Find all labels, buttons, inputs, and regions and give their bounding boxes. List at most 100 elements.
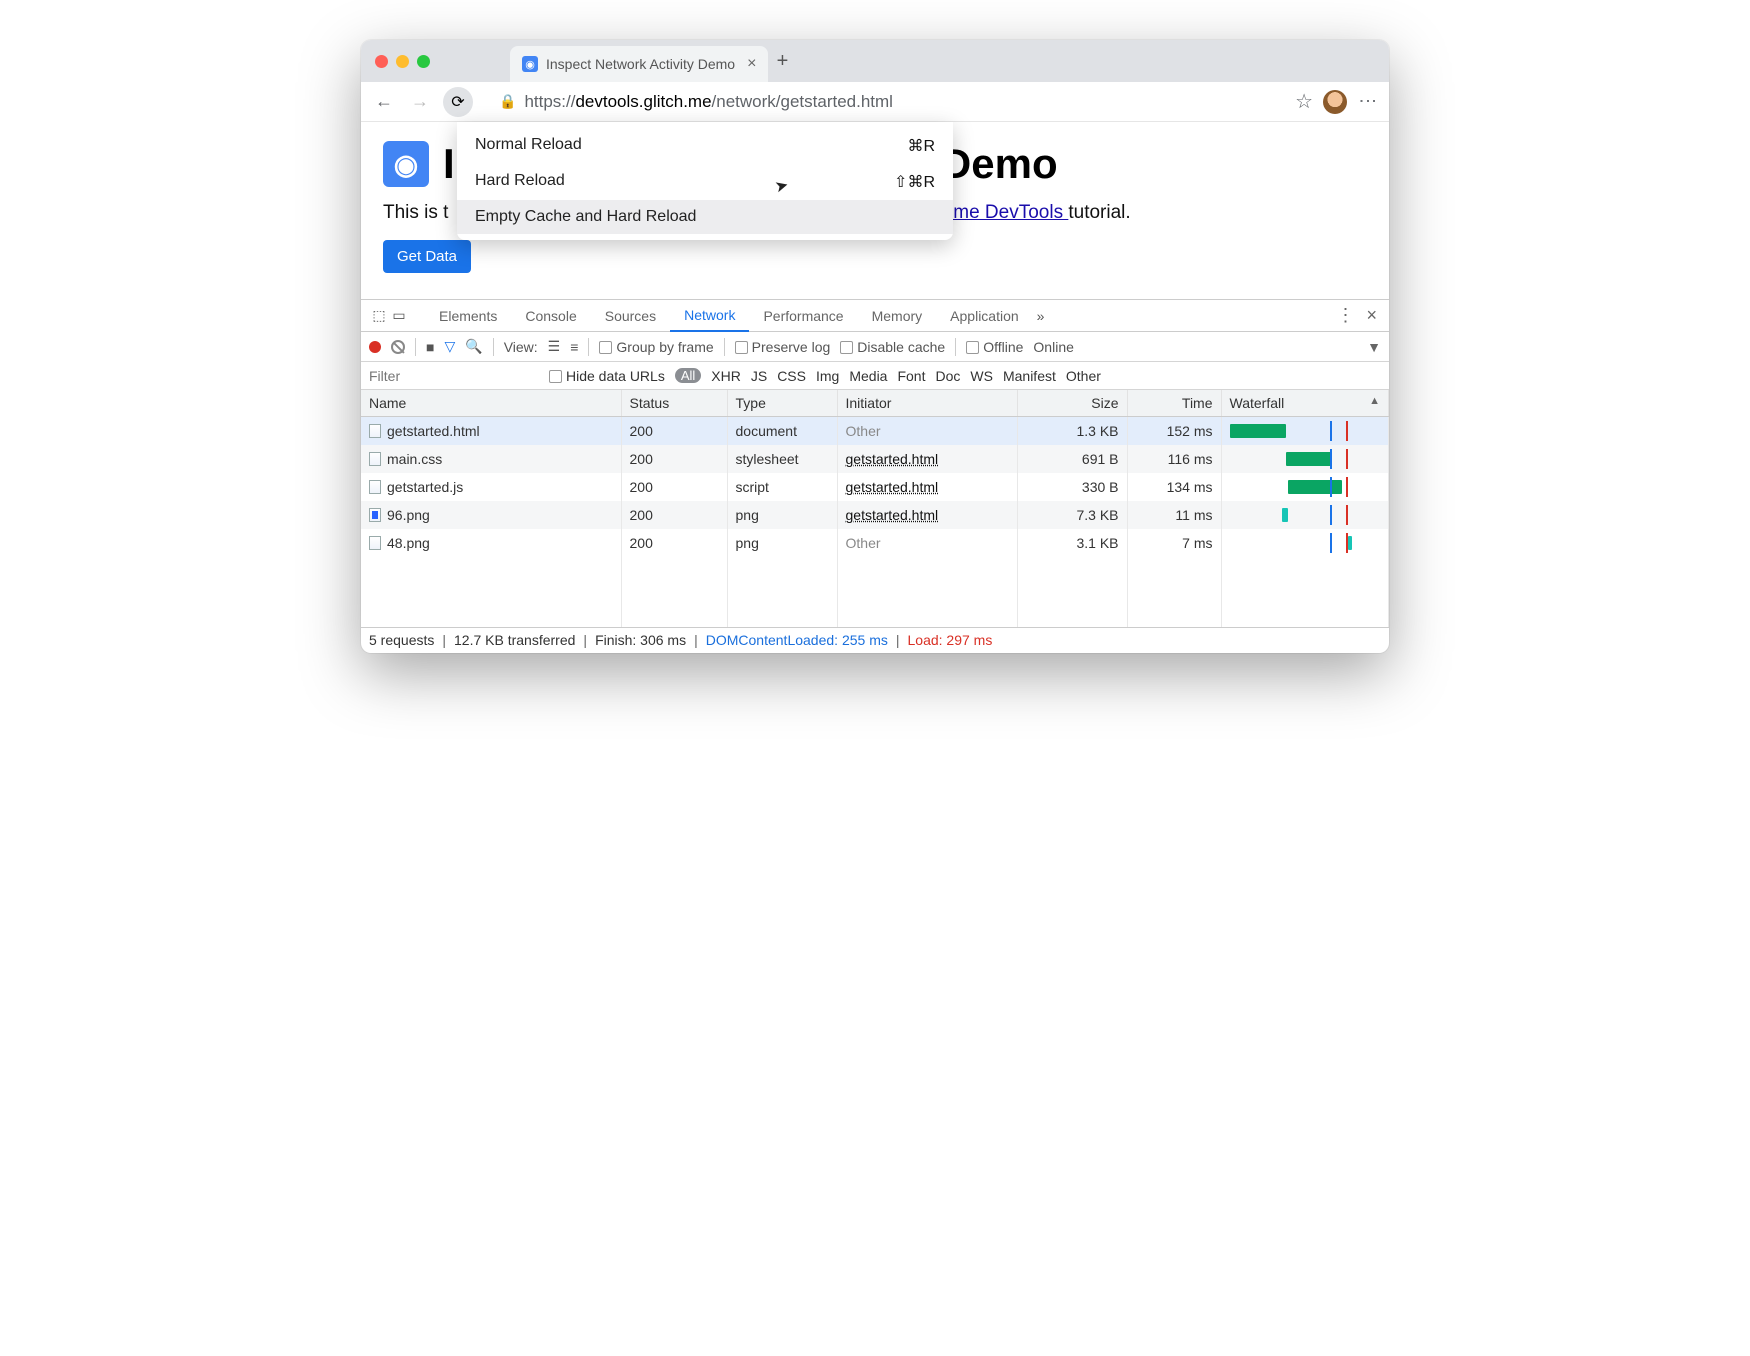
network-status-bar: 5 requests | 12.7 KB transferred | Finis… [361,627,1389,653]
large-rows-icon[interactable]: ☰ [548,338,561,355]
filter-font[interactable]: Font [897,368,925,384]
tab-network[interactable]: Network [670,300,749,332]
table-row[interactable]: getstarted.js200scriptgetstarted.html330… [361,473,1389,501]
filter-all[interactable]: All [675,368,701,383]
context-menu-normal-reload[interactable]: Normal Reload ⌘R [457,128,953,164]
tabs-overflow-icon[interactable]: » [1037,308,1045,324]
separator [955,338,956,356]
hide-data-urls-checkbox[interactable]: Hide data URLs [549,368,665,384]
url-path: /network/getstarted.html [712,92,893,111]
reload-button[interactable]: ⟳ [443,87,473,117]
filter-img[interactable]: Img [816,368,839,384]
bookmark-star-icon[interactable]: ☆ [1295,89,1313,114]
col-waterfall[interactable]: Waterfall▲ [1221,390,1389,416]
intro-prefix: This is t [383,202,448,223]
context-menu-hard-reload[interactable]: Hard Reload ⇧⌘R [457,164,953,200]
filter-xhr[interactable]: XHR [711,368,741,384]
table-row[interactable]: 96.png200pnggetstarted.html7.3 KB11 ms [361,501,1389,529]
url-host: devtools.glitch.me [575,92,711,111]
tab-memory[interactable]: Memory [858,300,937,332]
group-by-frame-checkbox[interactable]: Group by frame [599,339,713,355]
filter-css[interactable]: CSS [777,368,806,384]
camera-icon[interactable]: ■ [426,339,434,355]
col-time[interactable]: Time [1127,390,1221,416]
filter-doc[interactable]: Doc [935,368,960,384]
toolbar-dropdown-icon[interactable]: ▼ [1367,339,1381,355]
toolbar: ← → ⟳ 🔒 https://devtools.glitch.me/netwo… [361,82,1389,122]
device-toolbar-icon[interactable]: ▭ [389,307,409,324]
file-icon [369,452,381,466]
filter-media[interactable]: Media [849,368,887,384]
filter-input[interactable] [369,368,539,384]
preserve-log-checkbox[interactable]: Preserve log [735,339,831,355]
separator [724,338,725,356]
titlebar: ◉ Inspect Network Activity Demo × + [361,40,1389,82]
table-row[interactable]: 48.png200pngOther3.1 KB7 ms [361,529,1389,557]
offline-checkbox[interactable]: Offline [966,339,1023,355]
profile-avatar[interactable] [1323,90,1347,114]
status-requests: 5 requests [369,632,434,648]
devtools-menu-icon[interactable]: ⋮ [1336,305,1354,326]
clear-button[interactable] [391,340,405,354]
filter-js[interactable]: JS [751,368,767,384]
browser-tab[interactable]: ◉ Inspect Network Activity Demo × [510,46,768,82]
waterfall-view-icon[interactable]: ≡ [570,339,578,355]
forward-button[interactable]: → [407,91,433,112]
menu-item-label: Empty Cache and Hard Reload [475,208,696,226]
tab-application[interactable]: Application [936,300,1033,332]
status-load: Load: 297 ms [908,632,993,648]
tab-console[interactable]: Console [511,300,590,332]
separator [415,338,416,356]
throttling-select[interactable]: Online [1033,339,1073,355]
tab-performance[interactable]: Performance [749,300,857,332]
devtools-close-icon[interactable]: × [1366,305,1377,326]
intro-suffix: tutorial. [1068,202,1130,223]
page-logo-icon: ◉ [383,141,429,187]
col-name[interactable]: Name [361,390,621,416]
file-icon [369,536,381,550]
inspect-element-icon[interactable]: ⬚ [369,307,389,324]
tab-elements[interactable]: Elements [425,300,511,332]
cell-initiator[interactable]: getstarted.html [837,445,1017,473]
cell-time: 152 ms [1127,416,1221,445]
cell-initiator[interactable]: getstarted.html [837,501,1017,529]
cell-initiator[interactable]: getstarted.html [837,473,1017,501]
col-initiator[interactable]: Initiator [837,390,1017,416]
cell-status: 200 [621,529,727,557]
tab-sources[interactable]: Sources [591,300,670,332]
devtools-panel: ⬚ ▭ Elements Console Sources Network Per… [361,299,1389,653]
checkbox-label: Preserve log [752,339,831,355]
col-size[interactable]: Size [1017,390,1127,416]
filter-ws[interactable]: WS [970,368,993,384]
maximize-window-button[interactable] [417,55,430,68]
heading-prefix: I [443,140,455,187]
disable-cache-checkbox[interactable]: Disable cache [840,339,945,355]
minimize-window-button[interactable] [396,55,409,68]
menu-item-shortcut: ⌘R [907,136,935,156]
close-window-button[interactable] [375,55,388,68]
record-button[interactable] [369,341,381,353]
table-row[interactable]: main.css200stylesheetgetstarted.html691 … [361,445,1389,473]
tab-close-icon[interactable]: × [747,55,756,73]
context-menu-empty-cache-hard-reload[interactable]: Empty Cache and Hard Reload [457,200,953,234]
cell-waterfall [1221,501,1389,529]
status-transferred: 12.7 KB transferred [454,632,575,648]
cell-initiator: Other [837,529,1017,557]
checkbox-label: Offline [983,339,1023,355]
table-row[interactable]: getstarted.html200documentOther1.3 KB152… [361,416,1389,445]
filter-manifest[interactable]: Manifest [1003,368,1056,384]
file-icon [369,424,381,438]
filter-other[interactable]: Other [1066,368,1101,384]
col-type[interactable]: Type [727,390,837,416]
get-data-button[interactable]: Get Data [383,240,471,273]
address-bar[interactable]: 🔒 https://devtools.glitch.me/network/get… [483,92,1285,112]
lock-icon: 🔒 [499,93,516,110]
back-button[interactable]: ← [371,91,397,112]
filter-icon[interactable]: ▽ [444,338,455,355]
browser-menu-icon[interactable]: ⋮ [1357,92,1379,112]
search-icon[interactable]: 🔍 [465,338,482,355]
new-tab-button[interactable]: + [768,50,796,73]
cell-status: 200 [621,473,727,501]
col-status[interactable]: Status [621,390,727,416]
status-dcl: DOMContentLoaded: 255 ms [706,632,888,648]
